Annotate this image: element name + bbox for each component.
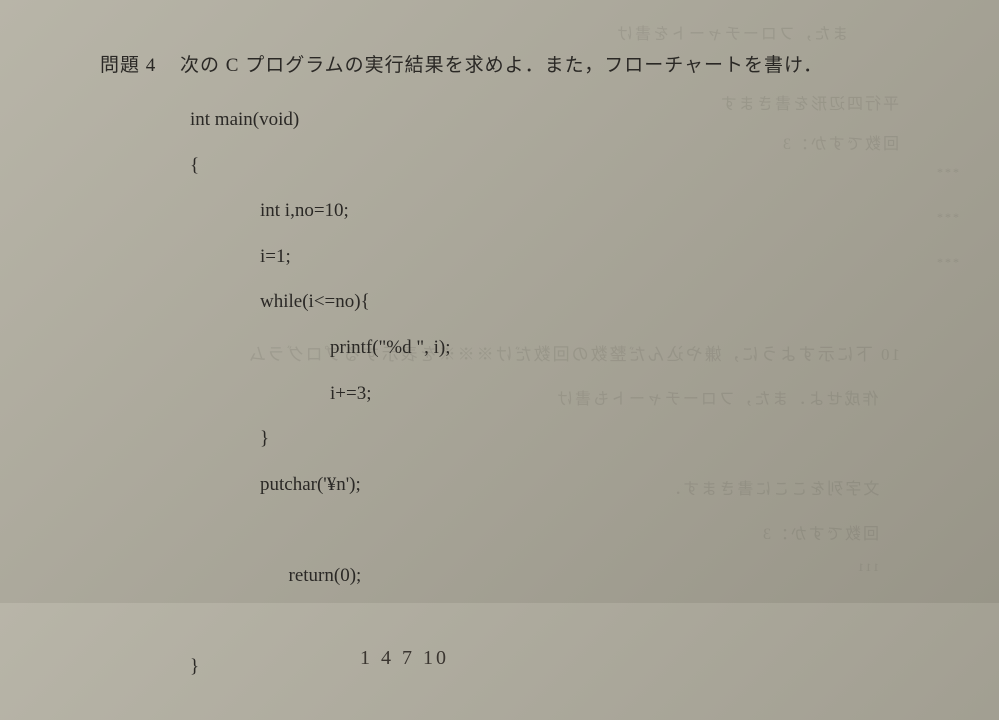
code-line-declaration: int i,no=10; xyxy=(190,188,899,234)
code-line-printf: printf("%d ", i); xyxy=(190,325,899,371)
code-line-return: return(0); xyxy=(190,507,899,644)
c-program-code: int main(void) { int i,no=10; i=1; while… xyxy=(190,97,899,690)
code-line-putchar: putchar('¥n'); xyxy=(190,462,899,508)
code-line-increment: i+=3; xyxy=(190,371,899,417)
code-line-close-brace: } xyxy=(190,644,899,690)
code-line-init: i=1; xyxy=(190,234,899,280)
code-line-while: while(i<=no){ xyxy=(190,279,899,325)
code-line-open-brace: { xyxy=(190,143,899,189)
bleed-through-text: *** xyxy=(935,255,959,270)
problem-number: 問題 4 xyxy=(100,50,156,77)
problem-statement: 次の C プログラムの実行結果を求めよ．また，フローチャートを書け． xyxy=(180,55,823,76)
bleed-through-text: *** xyxy=(935,210,959,225)
textbook-page: また，フローチャートを書け 平行四辺形を書きます 回数ですか：3 *** ***… xyxy=(0,0,999,720)
bleed-through-text: *** xyxy=(935,165,959,180)
code-line-main: int main(void) xyxy=(190,97,899,143)
handwritten-answer: 1 4 7 10 xyxy=(360,647,449,670)
bleed-through-text: また，フローチャートを書け xyxy=(615,20,849,44)
return-text: return(0); xyxy=(289,565,362,586)
code-line-close-while: } xyxy=(190,416,899,462)
problem-header: 問題 4 次の C プログラムの実行結果を求めよ．また，フローチャートを書け． xyxy=(100,50,899,77)
